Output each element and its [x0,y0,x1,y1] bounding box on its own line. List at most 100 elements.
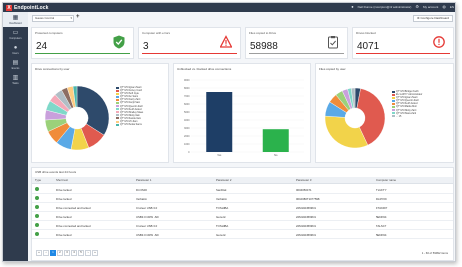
page-button[interactable]: 2 [57,250,63,256]
column-header[interactable]: Parameter 2 [216,178,231,182]
kpi-value: 24 [36,41,48,52]
legend-swatch [392,90,395,93]
table-cell: 22M1024569N1 [296,215,316,219]
legend-swatch [116,98,119,101]
sidebar-item-events[interactable]: ▤ Events [3,57,28,72]
table-row[interactable]: Drive connected and locked Cruzeer USB 3.… [32,203,453,212]
kpi-underline [142,53,237,54]
x-tick-label: Yes [217,153,222,157]
language-select[interactable]: EN [450,5,454,9]
legend-swatch [392,96,395,99]
sidebar-item-dashboard[interactable]: ▦ Dashboard [3,12,28,27]
sidebar-item-label: Users [12,51,19,55]
account-link[interactable]: My account [423,5,438,9]
table-cell: TOSHIBA [216,224,229,228]
sidebar: ▦ Dashboard ▭ Computers ● Users ▤ Events… [3,12,28,261]
page-button[interactable]: » [92,250,98,256]
unblocked-blocked-bar-chart: 0 1000 2000 3000 4000 5000 6000 7000 8000 9000 Yes… [184,79,304,157]
table-row[interactable]: Drive locked USB3.0 CRW -SD Generic 22M1024… [32,212,453,221]
chevron-down-icon: ▾ [70,16,72,20]
page-button[interactable]: 3 [64,250,70,256]
legend-swatch [392,106,395,109]
x-tick-label: No [274,153,278,157]
table-cell: Drive locked [56,188,72,192]
table-cell: Verbatim [136,197,148,201]
table-cell: Cruzeer USB 3.0 [136,224,158,228]
page-button[interactable]: 5 [78,250,84,256]
dashboard-select[interactable]: Gauss Control ▾ [32,15,74,22]
kpi-drives-blocked[interactable]: Drives blocked 4071 [352,27,454,59]
app-logo[interactable]: X EndpointLock [6,4,49,11]
monitor-icon: ▭ [12,29,19,36]
column-header[interactable]: Type [35,178,41,182]
page-button[interactable]: 1 [50,250,56,256]
panel-title: Files copied by user [319,67,346,71]
tasks-icon: ▥ [12,74,19,81]
legend-swatch [116,108,119,111]
shield-check-icon [113,35,125,49]
table-cell: TOSHIBA [216,206,229,210]
bar[interactable] [206,92,233,152]
user-label[interactable]: Neil Dunne (rscorpion@nf administrator) [358,5,412,9]
add-dashboard-button[interactable]: + [76,14,80,21]
column-header[interactable]: Computer name [376,178,396,182]
column-header[interactable]: Short text [56,178,68,182]
legend-item[interactable]: QTYVC\Soloa Sams [116,123,143,126]
table-row[interactable]: Drive connected and locked Cruzeer USB 3.… [32,221,453,230]
warning-icon [220,35,232,48]
table-row[interactable]: Drive locked D4 0S00 SanDisk 0004050471 TLUF… [32,185,453,194]
table-cell: Generic [216,233,226,237]
sidebar-item-computers[interactable]: ▭ Computers [3,27,28,42]
table-cell: 22M1024569N1 [296,233,316,237]
dashboard-select-value: Gauss Control [35,16,55,20]
dashboard-icon: ▦ [12,14,19,21]
page-button[interactable]: « [36,250,42,256]
column-header[interactable]: Parameter 3 [296,178,311,182]
donut-slice[interactable] [324,115,369,149]
kpi-label: Protected computers [35,31,63,35]
kpi-underline [249,53,344,54]
globe-icon: ◍ [442,4,446,9]
legend-swatch [116,111,119,114]
legend-item[interactable]: ... 15 [392,115,422,118]
legend-swatch [116,114,119,117]
y-tick-label: 3000 [184,127,190,130]
status-ok-icon [35,223,39,227]
column-header[interactable]: Parameter 1 [136,178,151,182]
sidebar-item-users[interactable]: ● Users [3,42,28,57]
table-row[interactable]: Drive locked USB3.0 CRW -SD Generic 22M1024… [32,230,453,239]
configure-dashboard-label: Configure Dashboard [420,16,450,20]
page-button[interactable]: ‹ [43,250,49,256]
legend-swatch [116,89,119,92]
logo-mark: X [6,4,12,11]
legend-label: ... 15 [396,114,402,118]
bar[interactable] [262,129,289,152]
main-content: Gauss Control ▾ + ⚙ Configure Dashboard … [28,12,455,261]
table-cell: Generic [216,215,226,219]
kpi-files-copied[interactable]: Files copied to Drive 58988 [245,27,348,59]
kpi-computers-with-errors[interactable]: Computer with errors 3 [138,27,241,59]
legend-label: QTYVC\Soloa Sams [120,123,142,127]
table-cell: Drive connected and locked [56,224,91,228]
user-icon: ● [351,4,354,9]
configure-dashboard-button[interactable]: ⚙ Configure Dashboard [413,15,453,22]
legend-swatch [116,105,119,108]
page-button[interactable]: 4 [71,250,77,256]
legend-swatch [392,109,395,112]
sidebar-item-tasks[interactable]: ▥ Tasks [3,72,28,87]
kpi-value: 58988 [250,41,278,52]
page-button[interactable]: › [85,250,91,256]
status-ok-icon [35,214,39,218]
table-cell: Drive connected and locked [56,206,91,210]
y-tick-label: 2000 [184,135,190,138]
events-icon: ▤ [12,59,19,66]
table-cell: Verbatim [216,197,228,201]
table-cell: FTAKRI7 [376,206,388,210]
table-cell: Cruzeer USB 3.0 [136,206,158,210]
kpi-protected-computers[interactable]: Protected computers 24 [31,27,134,59]
top-bar: X EndpointLock ● Neil Dunne (rscorpion@n… [3,3,455,12]
drive-connections-legend: QTYVC\Ignac Zwart QTYVC\Cozey Coull QTYVC\… [116,86,143,126]
kpi-underline [35,53,130,54]
y-tick-label: 4000 [184,119,190,122]
table-row[interactable]: Drive locked Verbatim Verbatim 0010080T1077… [32,194,453,203]
